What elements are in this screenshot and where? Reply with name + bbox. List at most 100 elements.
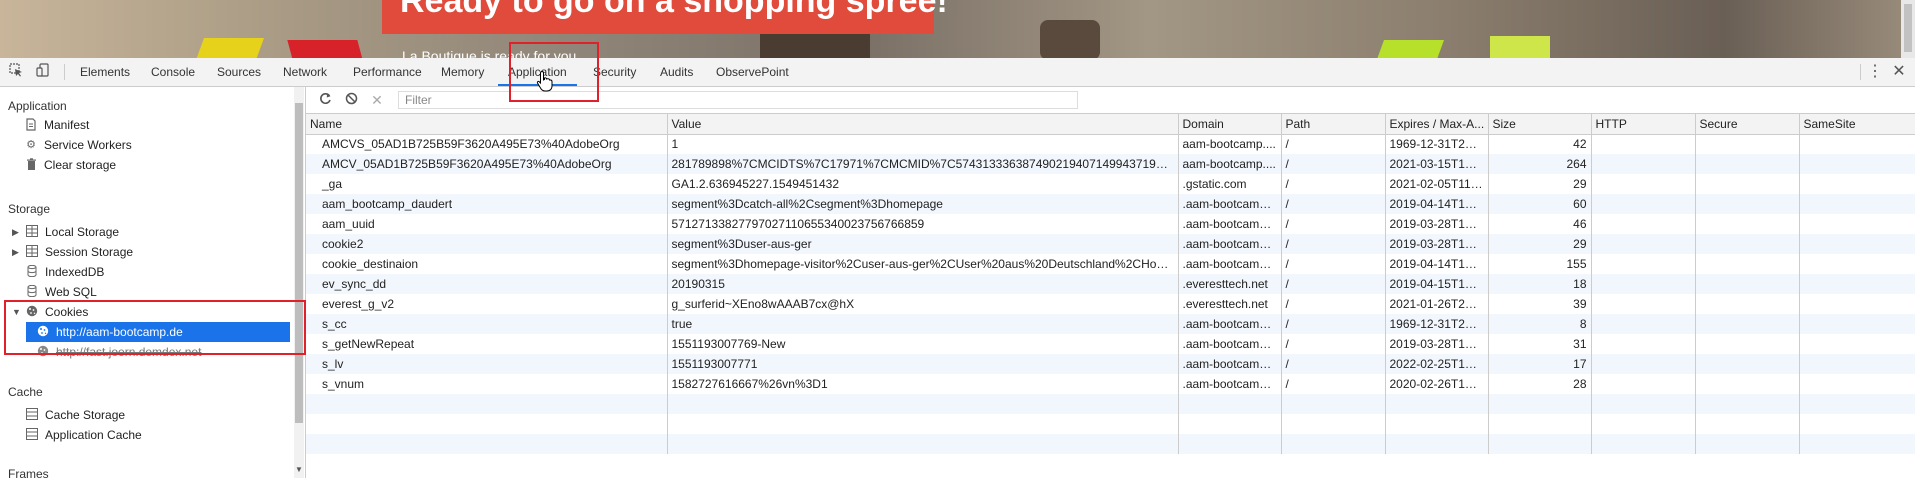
cell-expires: 1969-12-31T23:... bbox=[1385, 314, 1489, 334]
table-row[interactable]: _ga GA1.2.636945227.1549451432 .gstatic.co… bbox=[306, 174, 1915, 194]
table-row[interactable]: aam_uuid 57127133827797027110655340023756… bbox=[306, 214, 1915, 234]
column-header-domain[interactable]: Domain bbox=[1178, 114, 1282, 135]
application-sidebar: Application Manifest ⚙ Service Workers C… bbox=[0, 87, 306, 478]
sidebar-item-label: Web SQL bbox=[45, 285, 97, 299]
cell-value: 1 bbox=[667, 134, 1179, 154]
collapse-arrow-icon[interactable]: ▼ bbox=[12, 302, 22, 322]
close-icon[interactable]: ✕ bbox=[1889, 62, 1909, 82]
banner-decoration bbox=[1375, 40, 1445, 58]
banner-decoration bbox=[1490, 36, 1550, 58]
cell-path: / bbox=[1281, 214, 1386, 234]
cell-samesite bbox=[1799, 314, 1915, 334]
cell-empty bbox=[1385, 414, 1489, 434]
sidebar-item-label: IndexedDB bbox=[45, 265, 105, 279]
cell-http bbox=[1591, 174, 1696, 194]
cell-name: aam_bootcamp_daudert bbox=[306, 194, 668, 214]
more-vert-icon[interactable]: ⋮ bbox=[1867, 62, 1883, 82]
cell-domain: .aam-bootcamp.... bbox=[1178, 374, 1282, 394]
expand-arrow-icon[interactable]: ▶ bbox=[12, 242, 22, 262]
cell-samesite bbox=[1799, 354, 1915, 374]
clear-all-icon[interactable] bbox=[342, 91, 360, 109]
table-row[interactable]: everest_g_v2 g_surferid~XEno8wAAAB7cx@hX.… bbox=[306, 294, 1915, 314]
tab-performance[interactable]: Performance bbox=[353, 58, 422, 86]
tab-console[interactable]: Console bbox=[151, 58, 195, 86]
tab-security[interactable]: Security bbox=[593, 58, 636, 86]
sidebar-item-cookies[interactable]: ▼ Cookies bbox=[12, 302, 88, 322]
storage-grid-icon bbox=[25, 245, 39, 259]
tab-audits[interactable]: Audits bbox=[660, 58, 693, 86]
cell-secure bbox=[1695, 174, 1800, 194]
table-row[interactable]: aam_bootcamp_daudert segment%3Dcatch-all%… bbox=[306, 194, 1915, 214]
table-row[interactable]: ev_sync_dd 20190315 .everesttech.net/2019-… bbox=[306, 274, 1915, 294]
tab-elements[interactable]: Elements bbox=[80, 58, 130, 86]
cell-domain: .aam-bootcamp.... bbox=[1178, 234, 1282, 254]
cell-empty bbox=[1799, 414, 1915, 434]
column-header-path[interactable]: Path bbox=[1281, 114, 1386, 135]
sidebar-item-cookie-demdex[interactable]: http://fast.joern.demdex.net bbox=[36, 342, 201, 362]
delete-selected-icon[interactable]: ✕ bbox=[368, 91, 386, 109]
cell-size: 46 bbox=[1488, 214, 1592, 234]
cell-value: g_surferid~XEno8wAAAB7cx@hX bbox=[667, 294, 1179, 314]
cell-value: 1582727616667%26vn%3D1 bbox=[667, 374, 1179, 394]
sidebar-scrollbar[interactable]: ▼ bbox=[294, 87, 304, 478]
sidebar-item-service-workers[interactable]: ⚙ Service Workers bbox=[24, 135, 132, 155]
table-row[interactable]: AMCVS_05AD1B725B59F3620A495E73%40AdobeOr… bbox=[306, 134, 1915, 154]
column-header-http[interactable]: HTTP bbox=[1591, 114, 1696, 135]
inspect-icon[interactable] bbox=[6, 62, 26, 82]
cell-expires: 2019-03-28T14:... bbox=[1385, 214, 1489, 234]
cell-value: GA1.2.636945227.1549451432 bbox=[667, 174, 1179, 194]
table-row[interactable]: cookie_destinaion segment%3Dhomepage-visi… bbox=[306, 254, 1915, 274]
column-header-size[interactable]: Size bbox=[1488, 114, 1592, 135]
sidebar-item-web-sql[interactable]: Web SQL bbox=[25, 282, 97, 302]
sidebar-item-cookie-aam-bootcamp[interactable]: http://aam-bootcamp.de bbox=[26, 322, 290, 342]
column-header-value[interactable]: Value bbox=[667, 114, 1179, 135]
cell-size: 155 bbox=[1488, 254, 1592, 274]
sidebar-item-cache-storage[interactable]: Cache Storage bbox=[25, 405, 125, 425]
tab-sources[interactable]: Sources bbox=[217, 58, 261, 86]
cell-name: _ga bbox=[306, 174, 668, 194]
cell-name: everest_g_v2 bbox=[306, 294, 668, 314]
sidebar-item-label: Local Storage bbox=[45, 225, 120, 239]
page-banner: Ready to go on a shopping spree! La Bout… bbox=[0, 0, 1915, 58]
scroll-down-icon[interactable]: ▼ bbox=[294, 465, 304, 474]
cookie-icon bbox=[25, 305, 39, 319]
expand-arrow-icon[interactable]: ▶ bbox=[12, 222, 22, 242]
sidebar-item-clear-storage[interactable]: Clear storage bbox=[24, 155, 116, 175]
filter-input[interactable] bbox=[398, 91, 1078, 109]
tab-observepoint[interactable]: ObservePoint bbox=[716, 58, 789, 86]
cell-size: 28 bbox=[1488, 374, 1592, 394]
table-row[interactable]: s_vnum 1582727616667%26vn%3D1 .aam-bootcam… bbox=[306, 374, 1915, 394]
sidebar-item-manifest[interactable]: Manifest bbox=[24, 115, 89, 135]
cell-http bbox=[1591, 294, 1696, 314]
cell-name: AMCVS_05AD1B725B59F3620A495E73%40AdobeOr… bbox=[306, 134, 668, 154]
device-toggle-icon[interactable] bbox=[33, 62, 53, 82]
table-row[interactable]: s_lv 1551193007771 .aam-bootcamp..../2022-… bbox=[306, 354, 1915, 374]
sidebar-item-session-storage[interactable]: ▶ Session Storage bbox=[12, 242, 133, 262]
page-scrollbar-thumb[interactable] bbox=[1904, 4, 1912, 52]
tab-memory[interactable]: Memory bbox=[441, 58, 484, 86]
table-row[interactable]: AMCV_05AD1B725B59F3620A495E73%40AdobeOrg… bbox=[306, 154, 1915, 174]
cell-secure bbox=[1695, 214, 1800, 234]
column-header-name[interactable]: Name bbox=[306, 114, 668, 135]
sidebar-scrollbar-thumb[interactable] bbox=[295, 103, 303, 423]
tab-network[interactable]: Network bbox=[283, 58, 327, 86]
banner-decoration bbox=[287, 40, 363, 58]
table-row[interactable]: s_getNewRepeat 1551193007769-New .aam-boot… bbox=[306, 334, 1915, 354]
table-row-empty bbox=[306, 414, 1915, 434]
cell-secure bbox=[1695, 234, 1800, 254]
cell-samesite bbox=[1799, 194, 1915, 214]
cell-expires: 2020-02-26T14:... bbox=[1385, 374, 1489, 394]
banner-heading: Ready to go on a shopping spree! bbox=[400, 0, 948, 20]
column-header-expires[interactable]: Expires / Max-A... bbox=[1385, 114, 1489, 135]
table-row[interactable]: s_cc true .aam-bootcamp..../1969-12-31T23:… bbox=[306, 314, 1915, 334]
cell-path: / bbox=[1281, 194, 1386, 214]
column-header-secure[interactable]: Secure bbox=[1695, 114, 1800, 135]
column-header-samesite[interactable]: SameSite bbox=[1799, 114, 1915, 135]
sidebar-item-local-storage[interactable]: ▶ Local Storage bbox=[12, 222, 119, 242]
cell-size: 42 bbox=[1488, 134, 1592, 154]
sidebar-item-indexeddb[interactable]: IndexedDB bbox=[25, 262, 104, 282]
page-scrollbar[interactable] bbox=[1901, 0, 1915, 58]
table-row[interactable]: cookie2 segment%3Duser-aus-ger .aam-bootca… bbox=[306, 234, 1915, 254]
refresh-icon[interactable] bbox=[316, 91, 334, 109]
sidebar-item-application-cache[interactable]: Application Cache bbox=[25, 425, 142, 445]
